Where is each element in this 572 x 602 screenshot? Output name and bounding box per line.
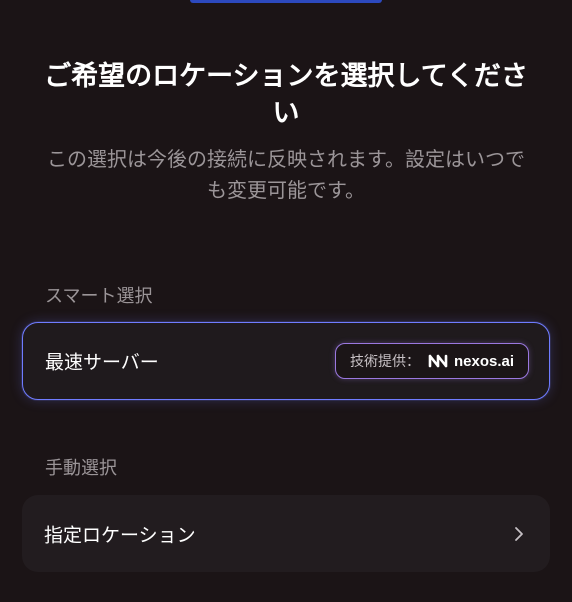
provider-prefix: 技術提供： [349,354,420,370]
page-subtitle: この選択は今後の接続に反映されます。設定はいつでも変更可能です。 [47,147,525,202]
specified-location-label: 指定ロケーション [44,524,196,546]
page-title: ご希望のロケーションを選択してください [44,61,528,129]
smart-selection-label: スマート選択 [45,286,153,307]
nexos-logo-icon [428,354,448,368]
fastest-server-label: 最速サーバー [45,351,159,374]
specified-location-option[interactable]: 指定ロケーション [22,495,550,572]
chevron-right-icon [514,526,524,542]
provider-name: nexos.ai [453,352,514,370]
provider-badge: 技術提供： nexos.ai [334,343,529,379]
manual-selection-label: 手動選択 [45,458,117,479]
fastest-server-option[interactable]: 最速サーバー 技術提供： nexos.ai [22,322,550,400]
top-accent-bar [190,0,382,3]
